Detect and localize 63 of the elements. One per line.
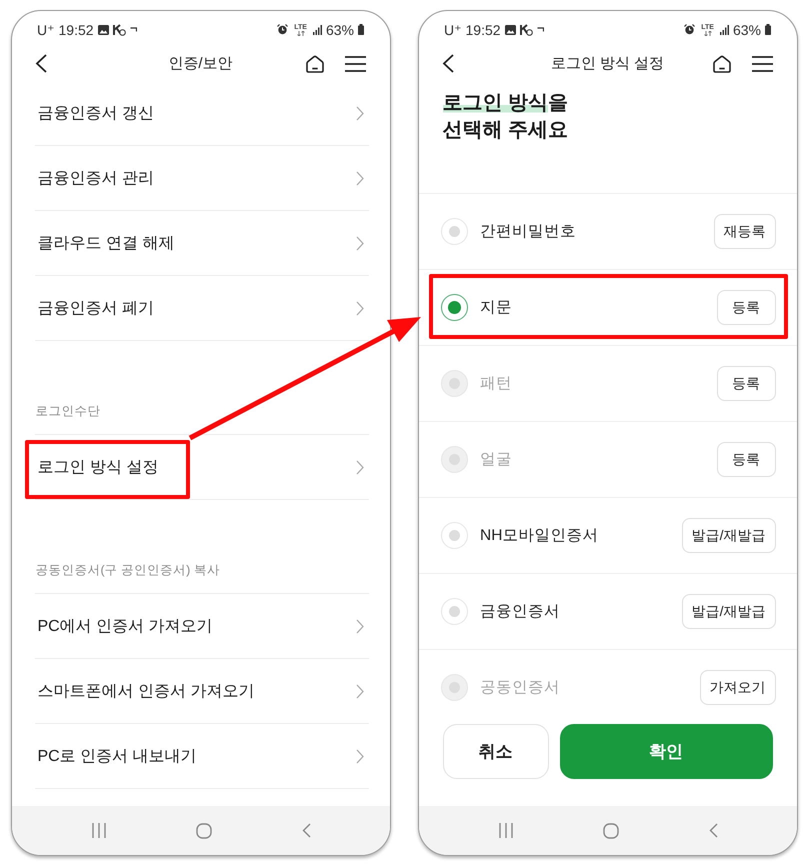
screen-title: 로그인 방식 설정 (550, 54, 664, 73)
section-label: 공동인증서(구 공인인증서) 복사 (36, 562, 220, 579)
clock-time: 19:52 (466, 22, 501, 38)
menu-item[interactable]: 스마트폰에서 인증서 가져오기 (34, 659, 368, 724)
chevron-icon (356, 684, 364, 698)
cancel-button[interactable]: 취소 (442, 724, 548, 778)
radio-button[interactable] (441, 294, 468, 321)
option-label: NH모바일인증서 (480, 526, 598, 546)
menu-item[interactable]: 로그인 방식 설정 (34, 435, 368, 500)
dash-icon (130, 27, 137, 32)
alarm-icon (277, 24, 288, 35)
option-action-button[interactable]: 재등록 (714, 214, 776, 249)
battery-icon (358, 24, 364, 35)
signal-icon (312, 24, 322, 34)
heading-text: 로그인 방식을 선택해 주세요 (442, 91, 568, 143)
screen-title: 인증/보안 (168, 54, 233, 73)
option-action-button[interactable]: 등록 (716, 290, 776, 325)
gallery-icon (98, 24, 109, 34)
battery-percent: 63% (326, 22, 354, 38)
home-icon[interactable] (305, 54, 325, 72)
back-icon[interactable] (442, 54, 454, 73)
option-label: 공동인증서 (480, 678, 560, 698)
chevron-icon (356, 236, 364, 250)
recent-apps-icon[interactable] (92, 823, 106, 838)
option-action-button[interactable]: 발급/재발급 (682, 518, 776, 553)
clock-time: 19:52 (58, 22, 94, 38)
option-label: 간편비밀번호 (480, 222, 576, 242)
menu-item[interactable]: PC에서 인증서 가져오기 (34, 594, 368, 659)
battery-icon (765, 24, 771, 35)
chevron-icon (356, 106, 364, 120)
home-icon[interactable] (712, 54, 732, 72)
chevron-icon (356, 618, 364, 634)
option-label: 패턴 (480, 374, 512, 394)
confirm-button[interactable]: 확인 (560, 724, 772, 778)
menu-item[interactable]: 금융인증서 관리 (34, 146, 368, 211)
notification-icon (112, 24, 126, 36)
menu-item[interactable]: 클라우드 연결 해제 (34, 211, 368, 276)
recent-apps-icon[interactable] (498, 823, 512, 838)
data-arrows-icon (704, 30, 712, 36)
option-label: 지문 (480, 298, 512, 318)
section-label: 로그인수단 (36, 403, 100, 420)
notification-icon (520, 24, 533, 36)
battery-percent: 63% (732, 22, 761, 38)
data-arrows-icon (296, 30, 305, 36)
chevron-icon (356, 748, 364, 764)
gallery-icon (504, 24, 516, 34)
chevron-icon (356, 300, 364, 316)
menu-item[interactable]: 금융인증서 갱신 (34, 81, 368, 146)
chevron-icon (356, 170, 364, 186)
back-icon[interactable] (35, 54, 47, 73)
alarm-icon (684, 24, 696, 35)
menu-item[interactable]: 금융인증서 폐기 (34, 276, 368, 341)
carrier-label: U⁺ (37, 22, 54, 38)
dash-icon (536, 27, 544, 32)
signal-icon (720, 24, 729, 34)
chevron-icon (356, 460, 364, 474)
carrier-label: U⁺ (444, 22, 462, 38)
menu-icon[interactable] (345, 56, 366, 72)
option-label: 얼굴 (480, 450, 512, 470)
option-action-button[interactable]: 발급/재발급 (682, 594, 776, 629)
menu-icon[interactable] (752, 56, 773, 72)
option-label: 금융인증서 (480, 602, 560, 622)
menu-item[interactable]: PC로 인증서 내보내기 (34, 724, 368, 789)
